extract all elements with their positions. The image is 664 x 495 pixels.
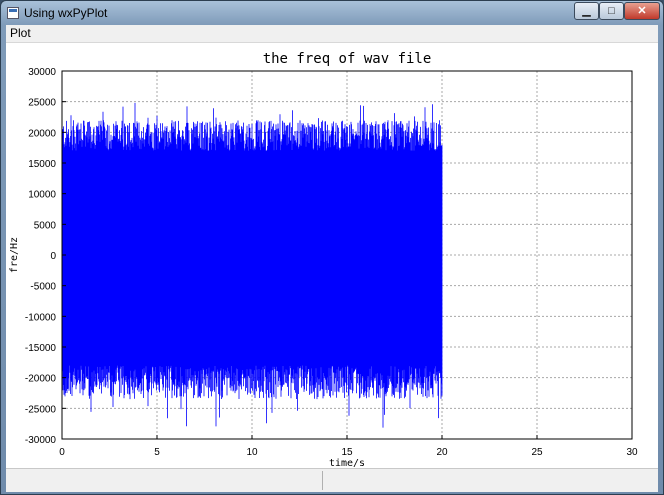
y-axis-label: fre/Hz <box>9 237 20 273</box>
x-tick-label: 20 <box>436 447 448 458</box>
y-tick-label: -25000 <box>25 404 57 415</box>
maximize-button[interactable]: □ <box>599 2 624 20</box>
x-axis-label: time/s <box>329 458 365 468</box>
y-tick-label: 0 <box>50 251 56 262</box>
close-button[interactable]: ✕ <box>624 2 660 20</box>
client-area: Plot 0 5 10 15 20 25 30 30000 25000 20000 15000 100… <box>6 25 658 492</box>
y-tick-label: -10000 <box>25 312 57 323</box>
y-tick-label: 15000 <box>28 159 56 170</box>
x-tick-label: 25 <box>531 447 543 458</box>
menu-item-plot[interactable]: Plot <box>10 26 31 40</box>
y-tick-label: 20000 <box>28 128 56 139</box>
y-tick-label: -30000 <box>25 435 57 446</box>
app-icon <box>7 7 19 19</box>
window-title: Using wxPyPlot <box>24 6 108 20</box>
x-tick-label: 15 <box>341 447 353 458</box>
y-tick-label: 30000 <box>28 67 56 78</box>
x-tick-label: 10 <box>246 447 258 458</box>
x-tick-label: 0 <box>59 447 65 458</box>
minimize-button[interactable]: ▁ <box>574 2 599 20</box>
status-bar <box>6 468 658 492</box>
app-window: Using wxPyPlot ▁ □ ✕ Plot 0 5 10 15 20 25 30 30… <box>0 0 664 495</box>
status-divider <box>322 471 323 490</box>
chart-title: the freq of wav file <box>263 51 432 67</box>
x-tick-label: 5 <box>154 447 160 458</box>
y-tick-label: -20000 <box>25 374 57 385</box>
y-tick-label: -15000 <box>25 343 57 354</box>
plot-canvas[interactable]: 0 5 10 15 20 25 30 30000 25000 20000 15000 10000 500… <box>6 43 658 468</box>
x-tick-label: 30 <box>626 447 638 458</box>
y-tick-label: 5000 <box>34 220 57 231</box>
title-bar[interactable]: Using wxPyPlot ▁ □ ✕ <box>1 1 663 25</box>
y-tick-label: -5000 <box>30 282 56 293</box>
y-tick-label: 25000 <box>28 98 56 109</box>
y-tick-label: 10000 <box>28 190 56 201</box>
menu-bar: Plot <box>6 25 658 43</box>
